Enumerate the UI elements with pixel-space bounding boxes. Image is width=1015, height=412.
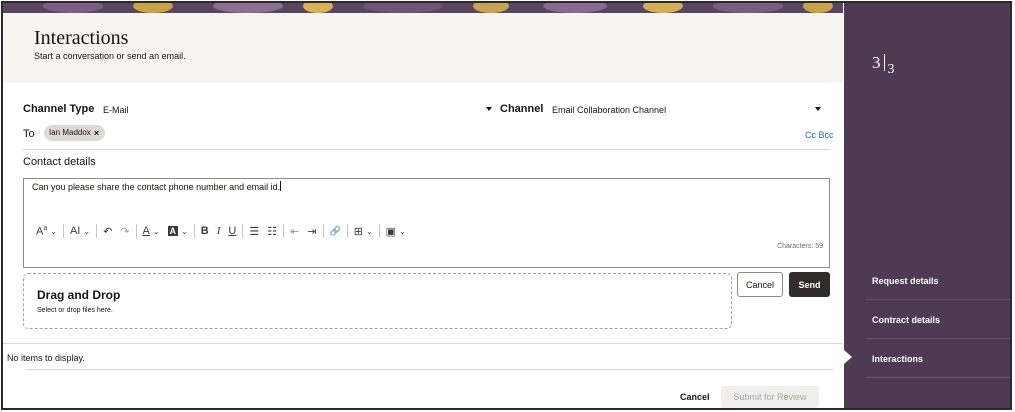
to-label: To — [23, 128, 35, 140]
page-header: Interactions Start a conversation or sen… — [3, 13, 843, 83]
image-button[interactable]: ▣ ⌄ — [382, 223, 410, 239]
toolbar-divider — [193, 224, 195, 238]
toolbar-divider — [346, 224, 348, 238]
undo-icon: ↶ — [103, 225, 113, 238]
divider — [866, 377, 1010, 378]
underline-icon: U — [228, 225, 237, 237]
channel-type-label: Channel Type — [23, 103, 95, 115]
outdent-icon: ⇤ — [290, 225, 300, 238]
bold-icon: B — [200, 225, 209, 237]
file-dropzone[interactable]: Drag and Drop Select or drop files here. — [23, 273, 732, 329]
outdent-button[interactable]: ⇤ — [286, 223, 303, 239]
sidebar-item-contract-details[interactable]: Contract details — [872, 315, 940, 325]
chevron-down-icon: ⌄ — [152, 226, 160, 236]
background-color-icon: A — [167, 226, 179, 236]
toolbar-divider — [283, 224, 285, 238]
chevron-down-icon: ⌄ — [181, 226, 188, 236]
bulleted-list-button[interactable]: ☰ — [245, 223, 263, 239]
divider — [23, 149, 831, 150]
channel-select[interactable]: Email Collaboration Channel — [552, 105, 666, 115]
bulleted-list-icon: ☰ — [249, 225, 260, 238]
footer-cancel-button[interactable]: Cancel — [680, 392, 710, 402]
redo-button[interactable]: ↷ — [116, 223, 133, 239]
font-size-icon: Aa — [36, 224, 48, 238]
indent-icon: ⇥ — [307, 225, 317, 238]
send-button[interactable]: Send — [789, 272, 830, 297]
font-color-button[interactable]: A ⌄ — [139, 223, 164, 239]
dropzone-subtitle: Select or drop files here. — [37, 307, 113, 314]
table-button[interactable]: ⊞ ⌄ — [350, 223, 377, 239]
cancel-button[interactable]: Cancel — [737, 272, 783, 297]
channel-label: Channel — [500, 103, 544, 115]
font-color-icon: A — [142, 225, 150, 237]
chevron-down-icon: ⌄ — [83, 226, 91, 236]
recipient-name: Ian Maddox — [49, 128, 91, 137]
submit-for-review-button[interactable]: Submit for Review — [721, 386, 819, 408]
image-icon: ▣ — [385, 225, 397, 238]
current-step-marker — [844, 350, 852, 364]
cc-bcc-link[interactable]: Cc Bcc — [805, 130, 834, 140]
close-icon[interactable]: × — [94, 125, 99, 141]
dropzone-title: Drag and Drop — [37, 288, 121, 302]
message-body[interactable]: Can you please share the contact phone n… — [32, 181, 282, 192]
toolbar-divider — [62, 224, 64, 238]
text-style-icon: AI — [69, 225, 81, 237]
empty-list-message: No items to display. — [7, 353, 85, 363]
italic-icon: I — [216, 225, 221, 237]
sidebar-item-interactions[interactable]: Interactions — [872, 354, 923, 364]
toolbar-divider — [242, 224, 244, 238]
divider — [866, 338, 1010, 339]
toolbar-divider — [322, 224, 324, 238]
chevron-down-icon: ⌄ — [365, 226, 373, 236]
numbered-list-button[interactable]: ☷ — [263, 223, 281, 239]
font-size-button[interactable]: Aa ⌄ — [32, 223, 61, 239]
toolbar-divider — [378, 224, 380, 238]
underline-button[interactable]: U — [224, 223, 240, 239]
message-editor[interactable]: Can you please share the contact phone n… — [23, 178, 830, 268]
page-title: Interactions — [34, 27, 129, 49]
link-icon: 🔗 — [329, 225, 341, 236]
italic-button[interactable]: I — [213, 223, 225, 239]
text-style-button[interactable]: AI ⌄ — [66, 223, 94, 239]
page-subtitle: Start a conversation or send an email. — [34, 51, 186, 61]
decorative-banner — [3, 3, 843, 13]
link-button[interactable]: 🔗 — [326, 223, 345, 239]
table-icon: ⊞ — [353, 225, 363, 238]
toolbar-divider — [96, 224, 98, 238]
chevron-down-icon: ⌄ — [50, 226, 57, 236]
divider — [3, 343, 843, 344]
numbered-list-icon: ☷ — [267, 225, 278, 238]
chevron-down-icon[interactable] — [486, 107, 492, 111]
recipient-chip[interactable]: Ian Maddox × — [44, 125, 106, 141]
contact-details-label: Contact details — [23, 156, 96, 168]
interactions-page: Interactions Start a conversation or sen… — [1, 1, 1012, 410]
divider — [866, 299, 1010, 300]
step-indicator: 33 — [872, 53, 895, 77]
undo-button[interactable]: ↶ — [99, 223, 116, 239]
chevron-down-icon: ⌄ — [399, 226, 406, 236]
toolbar-divider — [135, 224, 137, 238]
indent-button[interactable]: ⇥ — [303, 223, 320, 239]
character-count: Characters: 59 — [777, 243, 823, 250]
editor-toolbar: Aa ⌄ AI ⌄ ↶ ↷ A ⌄ A ⌄ B I U ☰ ☷ ⇤ ⇥ 🔗 ⊞ … — [32, 223, 410, 239]
bold-button[interactable]: B — [197, 223, 213, 239]
divider — [25, 369, 833, 370]
channel-type-select[interactable]: E-Mail — [103, 105, 129, 115]
step-sidebar: 33 Request details Contract details Inte… — [844, 3, 1010, 408]
redo-icon: ↷ — [120, 225, 130, 238]
chevron-down-icon[interactable] — [815, 107, 821, 111]
sidebar-item-request-details[interactable]: Request details — [872, 276, 939, 286]
background-color-button[interactable]: A ⌄ — [164, 223, 192, 239]
